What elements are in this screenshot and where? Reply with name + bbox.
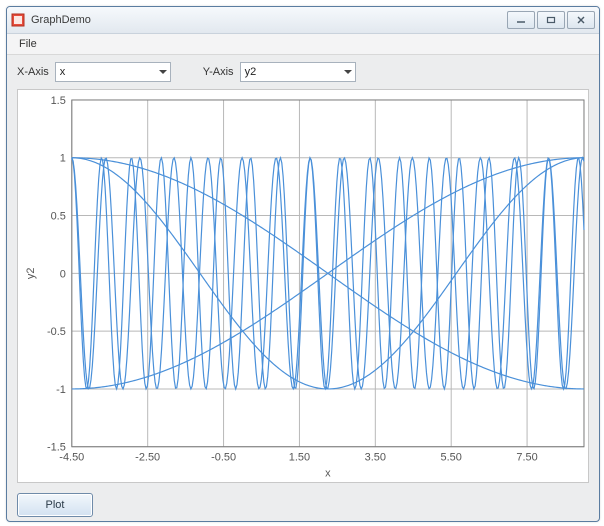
svg-text:1.5: 1.5 [51,95,66,107]
svg-text:-1: -1 [56,384,66,396]
chevron-down-icon [159,70,167,74]
svg-text:0.5: 0.5 [51,211,66,223]
line-chart: -4.50-2.50-0.501.503.505.507.50-1.5-1-0.… [18,90,588,483]
minimize-button[interactable] [507,11,535,29]
footer: Plot [7,489,599,521]
axis-toolbar: X-Axis x Y-Axis y2 [7,55,599,89]
xaxis-label: X-Axis [17,66,49,78]
xaxis-value: x [60,66,66,78]
svg-text:0: 0 [60,268,66,280]
maximize-button[interactable] [537,11,565,29]
svg-text:7.50: 7.50 [516,452,537,464]
chart-area: -4.50-2.50-0.501.503.505.507.50-1.5-1-0.… [17,89,589,483]
chevron-down-icon [344,70,352,74]
svg-text:5.50: 5.50 [441,452,462,464]
menu-file[interactable]: File [13,36,43,52]
app-icon [11,13,25,27]
svg-text:3.50: 3.50 [365,452,386,464]
plot-button[interactable]: Plot [17,493,93,517]
svg-text:-1.5: -1.5 [47,442,66,454]
svg-text:-0.5: -0.5 [47,326,66,338]
xaxis-select[interactable]: x [55,62,171,82]
svg-text:x: x [325,468,331,480]
yaxis-value: y2 [245,66,257,78]
titlebar: GraphDemo [7,7,599,34]
svg-text:-0.50: -0.50 [211,452,236,464]
window-title: GraphDemo [31,14,507,26]
svg-text:-2.50: -2.50 [135,452,160,464]
svg-text:1.50: 1.50 [289,452,310,464]
close-button[interactable] [567,11,595,29]
svg-text:1: 1 [60,153,66,165]
yaxis-label: Y-Axis [203,66,234,78]
svg-text:y2: y2 [25,268,37,280]
menubar: File [7,34,599,55]
app-window: GraphDemo File X-Axis x [6,6,600,522]
yaxis-select[interactable]: y2 [240,62,356,82]
